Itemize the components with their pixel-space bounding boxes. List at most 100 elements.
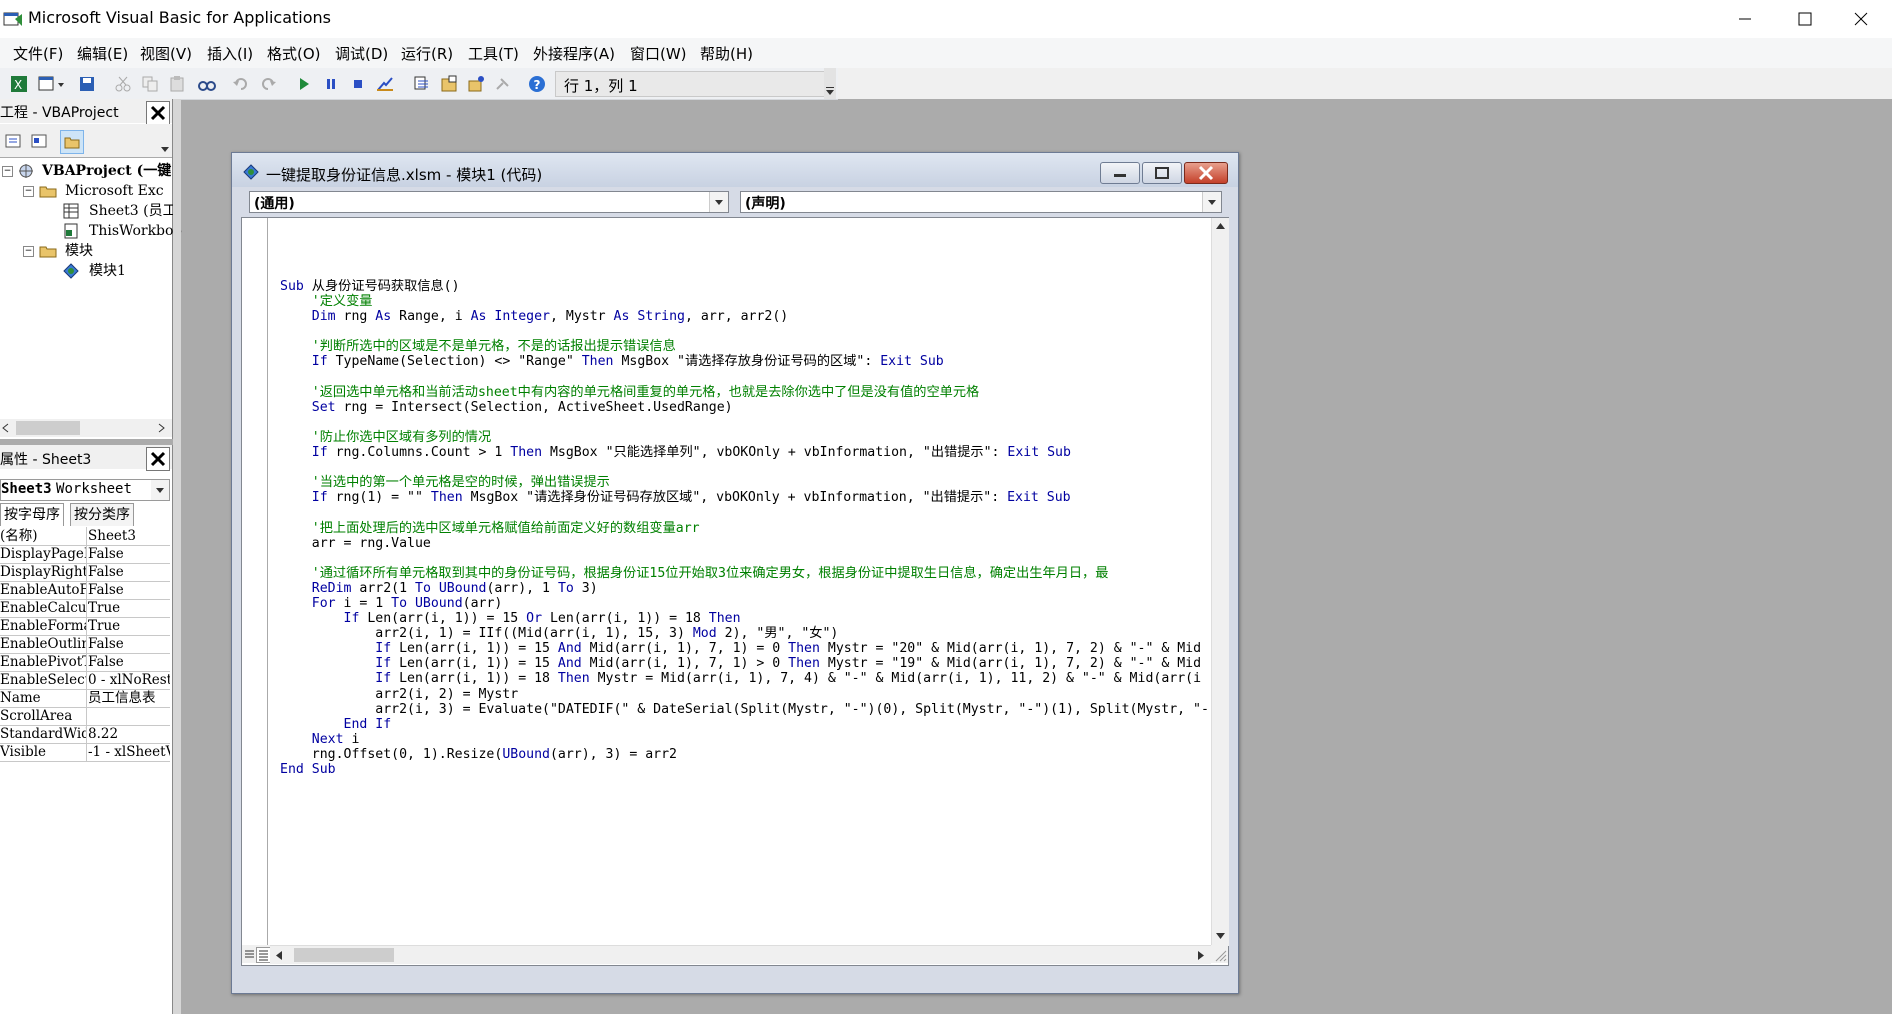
project-toolbar-options-icon[interactable] — [160, 134, 170, 154]
close-button[interactable] — [1838, 0, 1884, 38]
property-row[interactable]: Visible-1 - xlSheetVisible — [0, 743, 170, 762]
property-value[interactable]: False — [88, 653, 170, 671]
code-line[interactable]: If TypeName(Selection) <> "Range" Then M… — [280, 354, 1222, 369]
scroll-left-icon[interactable] — [0, 422, 12, 434]
menu-addins[interactable]: 外接程序(A) — [533, 43, 615, 64]
find-icon[interactable] — [198, 75, 216, 93]
project-pane-close-icon[interactable] — [146, 101, 170, 125]
property-row[interactable]: EnablePivotTableFalse — [0, 653, 170, 672]
menu-run[interactable]: 运行(R) — [401, 43, 453, 64]
property-value[interactable]: 员工信息表 — [88, 689, 170, 707]
break-icon[interactable] — [322, 75, 340, 93]
toggle-folders-icon[interactable] — [60, 130, 84, 154]
view-object-icon[interactable] — [28, 130, 50, 152]
code-line[interactable]: If Len(arr(i, 1)) = 18 Then Mystr = Mid(… — [280, 671, 1222, 686]
property-value[interactable]: True — [88, 599, 170, 617]
code-line[interactable]: If Len(arr(i, 1)) = 15 Or Len(arr(i, 1))… — [280, 611, 1222, 626]
code-vertical-scrollbar[interactable] — [1211, 218, 1229, 946]
code-line[interactable]: '当选中的第一个单元格是空的时候，弹出错误提示 — [280, 475, 1222, 490]
property-row[interactable]: (名称) Sheet3 — [0, 527, 170, 546]
property-row[interactable]: EnableCalculationTrue — [0, 599, 170, 618]
property-value[interactable]: -1 - xlSheetVisible — [88, 743, 170, 761]
menu-format[interactable]: 格式(O) — [267, 43, 321, 64]
scroll-up-icon[interactable] — [1214, 221, 1227, 231]
code-line[interactable]: rng.Offset(0, 1).Resize(UBound(arr), 3) … — [280, 747, 1222, 762]
collapse-icon[interactable]: − — [23, 246, 34, 257]
property-value[interactable] — [88, 707, 170, 725]
menu-debug[interactable]: 调试(D) — [335, 43, 388, 64]
scroll-thumb[interactable] — [294, 948, 394, 962]
property-row[interactable]: EnableAutoFilterFalse — [0, 581, 170, 600]
undo-icon[interactable] — [232, 75, 250, 93]
excel-icon[interactable]: X — [10, 75, 28, 93]
property-row[interactable]: EnableOutliningFalse — [0, 635, 170, 654]
maximize-button[interactable] — [1782, 0, 1828, 38]
code-line[interactable]: arr2(i, 1) = IIf((Mid(arr(i, 1), 15, 3) … — [280, 626, 1222, 641]
property-row[interactable]: StandardWidth8.22 — [0, 725, 170, 744]
property-row[interactable]: Name 员工信息表 — [0, 689, 170, 708]
property-value[interactable]: 0 - xlNoRestrictions — [88, 671, 170, 689]
menu-insert[interactable]: 插入(I) — [207, 43, 253, 64]
code-editor[interactable]: Sub 从身份证号码获取信息() '定义变量 Dim rng As Range,… — [241, 217, 1229, 966]
object-browser-icon[interactable] — [467, 75, 485, 93]
code-line[interactable] — [280, 415, 1222, 430]
collapse-icon[interactable]: − — [23, 186, 34, 197]
chevron-down-icon[interactable] — [709, 192, 728, 212]
menu-help[interactable]: 帮助(H) — [700, 43, 753, 64]
menu-edit[interactable]: 编辑(E) — [77, 43, 128, 64]
code-window-maximize-button[interactable] — [1142, 162, 1182, 184]
code-line[interactable]: For i = 1 To UBound(arr) — [280, 596, 1222, 611]
procedure-combo[interactable]: (声明) — [740, 191, 1222, 213]
copy-icon[interactable] — [141, 75, 159, 93]
code-line[interactable]: If rng(1) = "" Then MsgBox "请选择身份证号码存放区域… — [280, 490, 1222, 505]
code-line[interactable]: End If — [280, 717, 1222, 732]
code-line[interactable]: '返回选中单元格和当前活动sheet中有内容的单元格间重复的单元格，也就是去除你… — [280, 385, 1222, 400]
toolbar-options-icon[interactable] — [824, 68, 836, 99]
code-line[interactable] — [280, 324, 1222, 339]
code-line[interactable]: If rng.Columns.Count > 1 Then MsgBox "只能… — [280, 445, 1222, 460]
code-line[interactable]: Sub 从身份证号码获取信息() — [280, 279, 1222, 294]
code-line[interactable]: '判断所选中的区域是不是单元格，不是的话报出提示错误信息 — [280, 339, 1222, 354]
redo-icon[interactable] — [259, 75, 277, 93]
scroll-right-icon[interactable] — [1196, 949, 1206, 962]
code-line[interactable]: '定义变量 — [280, 294, 1222, 309]
margin-indicator-bar[interactable] — [242, 218, 268, 963]
property-value[interactable]: False — [88, 581, 170, 599]
tab-alphabetic[interactable]: 按字母序 — [0, 503, 64, 526]
code-line[interactable]: If Len(arr(i, 1)) = 15 And Mid(arr(i, 1)… — [280, 656, 1222, 671]
insert-module-icon[interactable] — [38, 75, 66, 93]
run-icon[interactable] — [295, 75, 313, 93]
code-line[interactable]: '把上面处理后的选中区域单元格赋值给前面定义好的数组变量arr — [280, 521, 1222, 536]
code-line[interactable] — [280, 505, 1222, 520]
property-row[interactable]: ScrollArea — [0, 707, 170, 726]
view-code-icon[interactable] — [2, 130, 24, 152]
code-line[interactable]: '通过循环所有单元格取到其中的身份证号码，根据身份证15位开始取3位来确定男女，… — [280, 566, 1222, 581]
properties-object-dropdown[interactable]: Sheet3 Worksheet — [0, 479, 170, 501]
procedure-view-icon[interactable] — [243, 947, 256, 961]
scroll-left-icon[interactable] — [274, 949, 284, 962]
chevron-down-icon[interactable] — [151, 480, 169, 500]
property-row[interactable]: EnableFormatConditionsCalculationTrue — [0, 617, 170, 636]
scroll-thumb[interactable] — [16, 421, 80, 435]
property-value[interactable]: False — [88, 545, 170, 563]
minimize-button[interactable] — [1722, 0, 1768, 38]
code-line[interactable]: ReDim arr2(1 To UBound(arr), 1 To 3) — [280, 581, 1222, 596]
code-line[interactable]: If Len(arr(i, 1)) = 15 And Mid(arr(i, 1)… — [280, 641, 1222, 656]
code-line[interactable]: End Sub — [280, 762, 1222, 777]
collapse-icon[interactable]: − — [2, 166, 13, 177]
scroll-right-icon[interactable] — [155, 422, 167, 434]
code-horizontal-scrollbar[interactable] — [270, 945, 1211, 964]
project-explorer-icon[interactable] — [413, 75, 431, 93]
property-row[interactable]: EnableSelection0 - xlNoRestrictions — [0, 671, 170, 690]
code-window-close-button[interactable] — [1184, 162, 1228, 184]
property-row[interactable]: DisplayPageBreaksFalse — [0, 545, 170, 564]
property-row[interactable]: DisplayRightToLeftFalse — [0, 563, 170, 582]
property-value[interactable]: False — [88, 635, 170, 653]
pane-splitter[interactable] — [173, 99, 181, 1014]
object-combo[interactable]: (通用) — [249, 191, 729, 213]
menu-view[interactable]: 视图(V) — [140, 43, 192, 64]
code-line[interactable]: arr2(i, 3) = Evaluate("DATEDIF(" & DateS… — [280, 702, 1222, 717]
code-line[interactable]: Next i — [280, 732, 1222, 747]
cut-icon[interactable] — [114, 75, 132, 93]
paste-icon[interactable] — [168, 75, 186, 93]
